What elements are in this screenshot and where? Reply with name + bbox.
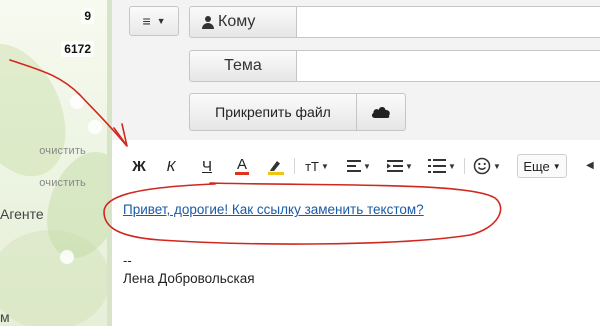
indent-icon — [387, 160, 404, 172]
folder-count-badge: 9 — [81, 8, 94, 24]
toolbar-scroll-left-icon[interactable]: ◀ — [586, 160, 594, 171]
font-color-button[interactable]: А — [233, 156, 251, 176]
background-flower — [60, 250, 74, 264]
toolbar-divider — [294, 158, 295, 174]
attach-file-label: Прикрепить файл — [215, 104, 331, 120]
background-flower — [88, 120, 102, 134]
signature-name: Лена Добровольская — [123, 271, 255, 286]
subject-field-label: Тема — [189, 50, 297, 82]
cloud-attach-button[interactable] — [356, 93, 406, 131]
sidebar-item-label[interactable]: м — [0, 309, 10, 325]
chevron-down-icon: ▼ — [320, 161, 329, 171]
font-size-icon: тТ — [305, 158, 319, 174]
cloud-icon — [371, 107, 390, 118]
message-link[interactable]: Привет, дорогие! Как ссылку заменить тек… — [123, 202, 424, 217]
list-button[interactable]: ▼ — [426, 156, 458, 176]
emoji-button[interactable]: ▼ — [470, 156, 504, 176]
chevron-down-icon: ▼ — [552, 161, 561, 171]
chevron-down-icon: ▼ — [363, 161, 371, 171]
subject-label-text: Тема — [224, 57, 262, 74]
attach-file-button[interactable]: Прикрепить файл — [189, 93, 357, 131]
person-icon — [202, 15, 214, 29]
bold-button[interactable]: Ж — [130, 156, 148, 176]
marker-icon — [270, 160, 280, 171]
more-formatting-button[interactable]: Еще ▼ — [517, 154, 567, 178]
compose-menu-button[interactable]: ≡ ▼ — [129, 6, 179, 36]
sidebar-item-label[interactable]: Агенте — [0, 206, 44, 222]
align-left-icon — [347, 160, 362, 172]
chevron-down-icon: ▼ — [448, 161, 456, 171]
chevron-down-icon: ▼ — [156, 16, 166, 26]
to-field[interactable] — [296, 6, 600, 38]
hamburger-icon: ≡ — [142, 13, 151, 29]
subject-field[interactable] — [296, 50, 600, 82]
signature-separator: -- — [123, 253, 132, 268]
chevron-down-icon: ▼ — [493, 161, 501, 171]
sidebar: 9 6172 очистить очистить Агенте м — [0, 0, 112, 326]
underline-button[interactable]: Ч — [198, 156, 216, 176]
chevron-down-icon: ▼ — [405, 161, 413, 171]
folder-count-badge: 6172 — [61, 41, 94, 57]
italic-button[interactable]: К — [162, 156, 180, 176]
to-label-text: Кому — [218, 13, 256, 30]
highlight-button[interactable] — [266, 156, 286, 176]
toolbar-divider — [464, 158, 465, 174]
clear-folder-link[interactable]: очистить — [39, 145, 86, 157]
align-button[interactable]: ▼ — [345, 156, 373, 176]
font-color-icon: А — [236, 155, 247, 173]
font-size-button[interactable]: тТ ▼ — [302, 156, 332, 176]
numbered-list-icon — [428, 159, 447, 173]
font-color-swatch — [235, 171, 249, 175]
more-label: Еще — [523, 158, 550, 174]
highlight-swatch — [268, 171, 284, 175]
indent-button[interactable]: ▼ — [385, 156, 415, 176]
background-flower — [70, 95, 84, 109]
to-field-label[interactable]: Кому — [189, 6, 297, 38]
smiley-icon — [473, 157, 491, 175]
clear-folder-link[interactable]: очистить — [39, 177, 86, 189]
